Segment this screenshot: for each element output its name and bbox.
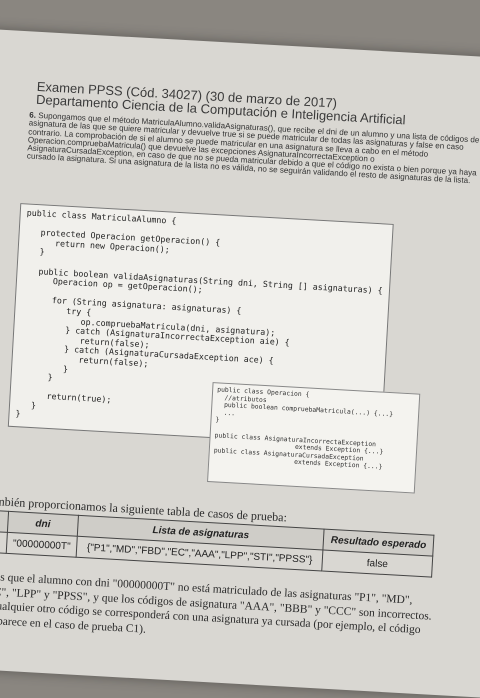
exam-page: Examen PPSS (Cód. 34027) (30 de marzo de… bbox=[0, 28, 480, 698]
code-side-text: public class Operacion { //atributos pub… bbox=[213, 385, 394, 472]
case-dni: "00000000T" bbox=[6, 532, 78, 558]
code-listing-classes: public class Operacion { //atributos pub… bbox=[207, 382, 421, 494]
question-text: Supongamos que el método MatriculaAlumno… bbox=[26, 110, 480, 186]
question-statement: 6. Supongamos que el método MatriculaAlu… bbox=[26, 110, 480, 186]
